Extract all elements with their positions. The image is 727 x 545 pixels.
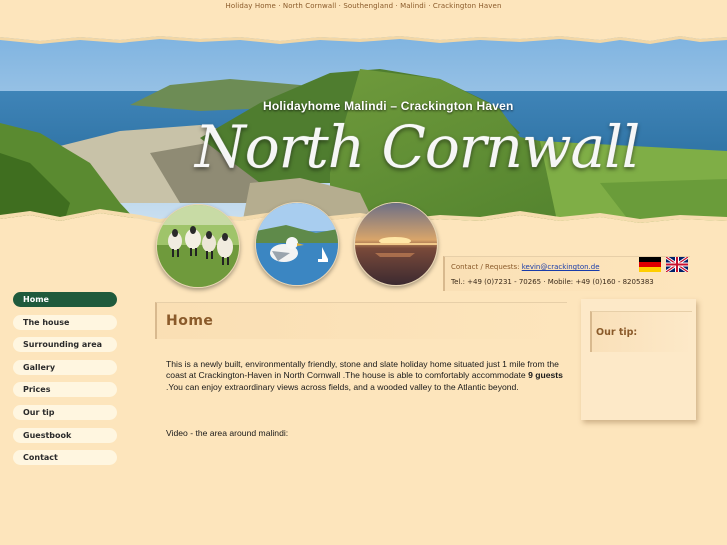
nav-item-prices[interactable]: Prices (13, 382, 117, 398)
nav-item-gallery[interactable]: Gallery (13, 359, 117, 375)
header-banner: Holidayhome Malindi – Crackington Haven … (0, 33, 727, 235)
tip-title: Our tip: (596, 327, 638, 338)
sunset-photo (354, 202, 438, 286)
main-navigation: Home The house Surrounding area Gallery … (13, 292, 117, 473)
intro-text-1: This is a newly built, environmentally f… (166, 359, 559, 381)
contact-requests-line: Contact / Requests: kevin@crackington.de (451, 263, 600, 271)
video-label: Video - the area around malindi: (166, 428, 289, 438)
nav-item-surrounding-area[interactable]: Surrounding area (13, 337, 117, 353)
torn-paper-top-edge (0, 33, 727, 44)
nav-item-home[interactable]: Home (13, 292, 117, 307)
nav-item-guestbook[interactable]: Guestbook (13, 427, 117, 443)
contact-label: Contact / Requests: (451, 263, 520, 271)
site-title: North Cornwall (195, 113, 640, 181)
site-subtitle: Holidayhome Malindi – Crackington Haven (263, 99, 514, 113)
intro-text-2: .You can enjoy extraordinary views acros… (166, 381, 519, 392)
nav-item-our-tip[interactable]: Our tip (13, 404, 117, 420)
german-flag-icon[interactable] (639, 257, 661, 272)
intro-paragraph: This is a newly built, environmentally f… (166, 359, 566, 393)
contact-email-link[interactable]: kevin@crackington.de (522, 263, 600, 271)
contact-phones: Tel.: +49 (0)7231 - 70265 · Mobile: +49 … (451, 278, 654, 286)
seagull-photo (255, 202, 339, 286)
nav-item-contact[interactable]: Contact (13, 450, 117, 466)
nav-item-the-house[interactable]: The house (13, 314, 117, 330)
keyword-links[interactable]: Holiday Home · North Cornwall · Southeng… (226, 0, 502, 13)
page-title: Home (166, 313, 214, 329)
guest-count: 9 guests (528, 370, 563, 381)
uk-flag-icon[interactable] (666, 257, 688, 272)
sheep-photo (156, 204, 240, 288)
top-keyword-bar: Holiday Home · North Cornwall · Southeng… (0, 0, 727, 14)
content-heading-panel (155, 302, 567, 339)
